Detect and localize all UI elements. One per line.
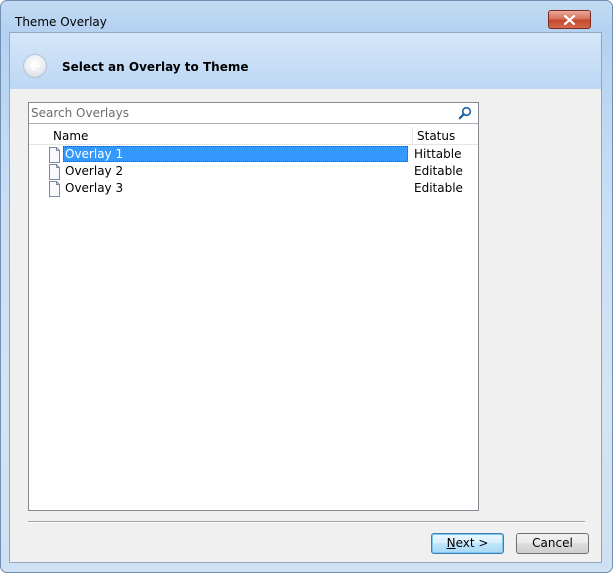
list-item[interactable]: Overlay 1 Hittable [29,146,478,163]
document-icon [49,164,60,180]
footer-separator [28,521,585,523]
list-header: Name Status [29,127,478,145]
search-icon[interactable] [458,106,472,120]
dialog-client-area: Select an Overlay to Theme Name Status [9,32,602,563]
overlay-status: Hittable [414,147,462,161]
wizard-header: Select an Overlay to Theme [10,33,601,89]
window-title: Theme Overlay [15,15,107,29]
column-header-name-label: Name [53,129,89,143]
column-header-status[interactable]: Status [413,127,477,144]
close-icon [564,15,575,25]
list-item[interactable]: Overlay 3 Editable [29,180,478,197]
wizard-title: Select an Overlay to Theme [62,60,249,74]
overlay-name: Overlay 1 [63,146,408,162]
cancel-button[interactable]: Cancel [516,533,589,554]
search-input[interactable] [31,105,451,121]
search-box [29,103,478,124]
next-button-mnemonic: N [446,536,456,550]
overlay-name: Overlay 2 [65,164,124,178]
column-header-name[interactable]: Name [29,127,413,144]
overlay-status: Editable [414,181,463,195]
column-header-status-label: Status [417,129,456,143]
back-arrow-icon [30,61,40,71]
document-icon [49,181,60,197]
back-button[interactable] [23,54,47,78]
next-button-label: ext > [455,536,489,550]
list-item[interactable]: Overlay 2 Editable [29,163,478,180]
close-button[interactable] [548,10,591,29]
title-bar[interactable]: Theme Overlay [1,1,612,31]
overlay-name: Overlay 3 [65,181,124,195]
overlay-list-panel: Name Status Overlay 1 Hittable [28,102,479,511]
overlay-status: Editable [414,164,463,178]
next-button[interactable]: Next > [431,533,504,554]
dialog-window: Theme Overlay Select an Overlay to Theme [0,0,613,573]
document-icon [49,147,60,163]
